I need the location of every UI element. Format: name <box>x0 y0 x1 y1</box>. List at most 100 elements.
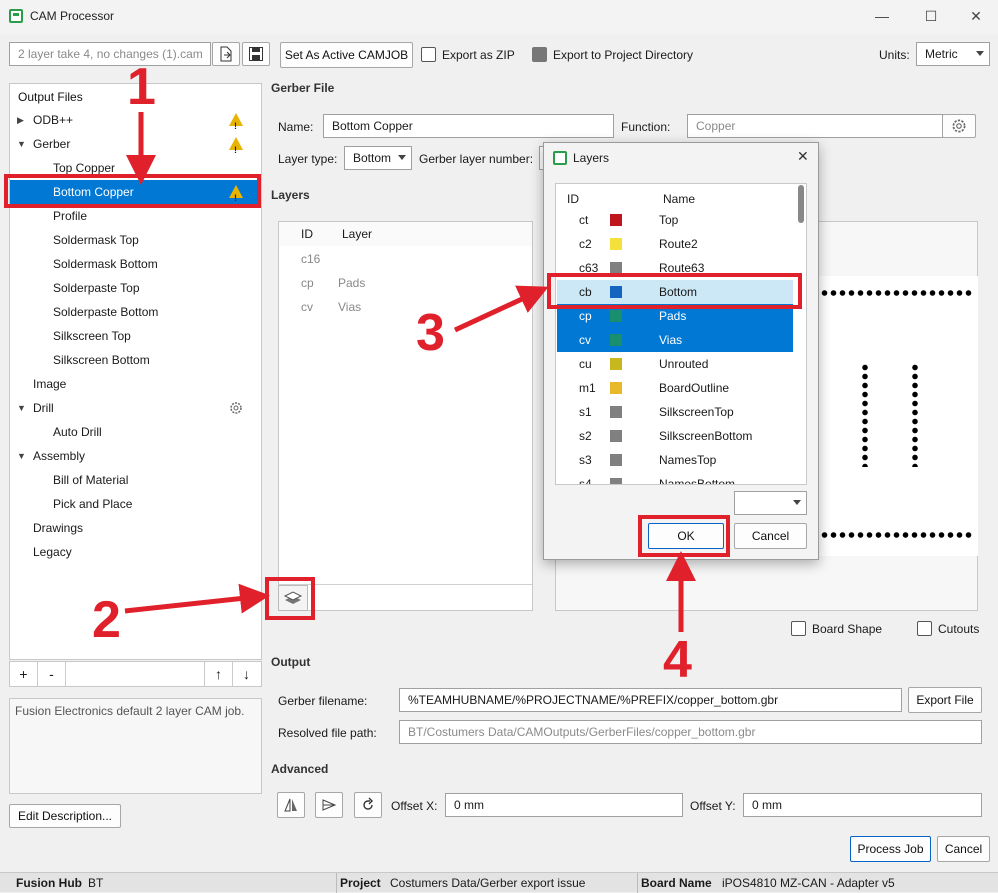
layer-type-label: Layer type: <box>278 152 338 166</box>
tree-item-label: Soldermask Top <box>53 233 139 247</box>
tree-item-drill[interactable]: ▼ Drill <box>10 396 260 420</box>
add-output-button[interactable]: + <box>10 662 38 686</box>
maximize-button[interactable]: ☐ <box>919 6 943 26</box>
layer-row[interactable]: cv Vias <box>279 294 532 318</box>
dialog-layer-id: s2 <box>579 429 592 443</box>
layer-row[interactable]: c16 <box>279 246 532 270</box>
gear-icon[interactable] <box>228 400 244 416</box>
dialog-layer-row[interactable]: s2 SilkscreenBottom <box>557 424 793 448</box>
upside-down-button[interactable] <box>315 792 343 818</box>
dialog-layer-row[interactable]: cu Unrouted <box>557 352 793 376</box>
export-file-button[interactable]: Export File <box>908 687 982 713</box>
move-down-button[interactable]: ↓ <box>232 662 260 686</box>
tree-item-gerber[interactable]: ▼ Gerber <box>10 132 260 162</box>
cutouts-label: Cutouts <box>938 622 980 636</box>
dialog-layer-name: NamesTop <box>659 453 717 467</box>
units-value: Metric <box>925 47 958 61</box>
cutouts-checkbox[interactable] <box>917 621 932 636</box>
offset-x-label: Offset X: <box>391 799 438 813</box>
tree-item-soldermask-top[interactable]: Soldermask Top <box>10 228 260 252</box>
tree-item-image[interactable]: Image <box>10 372 260 396</box>
expand-right-icon: ▶ <box>17 115 24 125</box>
board-shape-checkbox[interactable] <box>791 621 806 636</box>
dialog-layer-row[interactable]: c2 Route2 <box>557 232 793 256</box>
save-camfile-button[interactable] <box>242 42 270 66</box>
highlight-ok-button <box>638 515 730 557</box>
tree-item-auto-drill[interactable]: Auto Drill <box>10 420 260 444</box>
annotation-number-4: 4 <box>663 631 692 689</box>
close-button[interactable]: ✕ <box>964 6 988 26</box>
set-active-camjob-button[interactable]: Set As Active CAMJOB <box>280 42 413 68</box>
dialog-scrollbar[interactable] <box>798 185 804 223</box>
tree-item-solderpaste-bottom[interactable]: Solderpaste Bottom <box>10 300 260 324</box>
title-bar: CAM Processor — ☐ ✕ <box>0 0 998 34</box>
dialog-layer-row[interactable]: s1 SilkscreenTop <box>557 400 793 424</box>
remove-output-button[interactable]: - <box>38 662 66 686</box>
pad-column-right <box>912 363 918 467</box>
tree-item-silkscreen-bottom[interactable]: Silkscreen Bottom <box>10 348 260 372</box>
tree-item-assembly[interactable]: ▼ Assembly <box>10 444 260 468</box>
dialog-layer-row[interactable]: m1 BoardOutline <box>557 376 793 400</box>
advanced-section-title: Advanced <box>271 762 329 776</box>
layer-type-select[interactable]: Bottom <box>344 146 412 170</box>
cancel-button[interactable]: Cancel <box>937 836 990 862</box>
tree-item-pick-and-place[interactable]: Pick and Place <box>10 492 260 516</box>
gerber-name-input[interactable]: Bottom Copper <box>323 114 614 138</box>
function-input[interactable]: Copper <box>687 114 943 138</box>
tree-item-soldermask-bottom[interactable]: Soldermask Bottom <box>10 252 260 276</box>
dialog-layer-id: ct <box>579 213 589 227</box>
warning-icon <box>229 137 243 162</box>
dialog-layer-row[interactable]: s3 NamesTop <box>557 448 793 472</box>
dialog-layer-id: s4 <box>579 477 592 485</box>
window-title: CAM Processor <box>30 9 115 23</box>
offset-x-input[interactable]: 0 mm <box>445 793 683 817</box>
dialog-col-name: Name <box>663 192 696 206</box>
units-label: Units: <box>879 48 910 62</box>
process-job-button[interactable]: Process Job <box>850 836 931 862</box>
dialog-layer-row[interactable]: s4 NamesBottom <box>557 472 793 485</box>
output-files-tree: Output Files ▶ ODB++ ▼ Gerber Top Copper… <box>9 83 262 660</box>
tree-item-bill-of-material[interactable]: Bill of Material <box>10 468 260 492</box>
layers-col-layer: Layer <box>342 227 373 241</box>
fusion-hub-value: BT <box>88 876 104 890</box>
dialog-layer-row[interactable]: cv Vias <box>557 328 793 352</box>
tree-toolbar: + - ↑ ↓ <box>9 661 262 687</box>
tree-item-legacy[interactable]: Legacy <box>10 540 260 564</box>
minimize-button[interactable]: — <box>870 6 894 26</box>
tree-item-drawings[interactable]: Drawings <box>10 516 260 540</box>
chevron-down-icon <box>793 500 801 505</box>
tree-item-solderpaste-top[interactable]: Solderpaste Top <box>10 276 260 300</box>
camfile-name-input[interactable]: 2 layer take 4, no changes (1).cam <box>9 42 211 66</box>
units-select[interactable]: Metric <box>916 42 990 66</box>
mirror-button[interactable] <box>277 792 305 818</box>
dialog-filter-select[interactable] <box>734 491 807 515</box>
fusion-hub-label: Fusion Hub <box>16 876 82 890</box>
layer-row-id: cv <box>301 300 313 314</box>
pad-column-left <box>862 363 868 467</box>
dialog-close-icon[interactable]: ✕ <box>797 148 809 165</box>
rotate-icon <box>363 797 373 810</box>
move-up-button[interactable]: ↑ <box>204 662 232 686</box>
layers-list: ID Layer c16 cp Pads cv Vias <box>278 221 533 611</box>
export-zip-checkbox[interactable] <box>421 47 436 62</box>
layer-color-swatch <box>610 334 622 346</box>
rotate-button[interactable] <box>354 792 382 818</box>
dialog-layer-row[interactable]: ct Top <box>557 208 793 232</box>
dialog-layer-id: cv <box>579 333 591 347</box>
offset-y-input[interactable]: 0 mm <box>743 793 982 817</box>
function-settings-button[interactable] <box>942 114 976 138</box>
dialog-layer-id: m1 <box>579 381 596 395</box>
tree-item-silkscreen-top[interactable]: Silkscreen Top <box>10 324 260 348</box>
cam-app-icon <box>9 9 23 23</box>
gear-icon <box>952 119 966 133</box>
chevron-down-icon <box>398 155 406 160</box>
gerber-filename-input[interactable]: %TEAMHUBNAME/%PROJECTNAME/%PREFIX/copper… <box>399 688 902 712</box>
dialog-cancel-button[interactable]: Cancel <box>734 523 807 549</box>
edit-description-button[interactable]: Edit Description... <box>9 804 121 828</box>
load-camfile-button[interactable] <box>212 42 240 66</box>
layer-row[interactable]: cp Pads <box>279 270 532 294</box>
board-name-value: iPOS4810 MZ-CAN - Adapter v5 <box>722 876 895 890</box>
job-description[interactable]: Fusion Electronics default 2 layer CAM j… <box>9 698 262 794</box>
divider <box>637 873 638 893</box>
export-project-checkbox[interactable] <box>532 47 547 62</box>
